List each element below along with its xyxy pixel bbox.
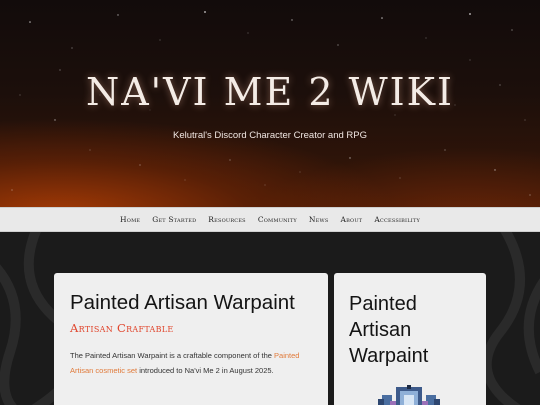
article-title: Painted Artisan Warpaint	[70, 291, 295, 314]
intro-text-end: introduced to Na'vi Me 2 in August 2025.	[137, 365, 274, 375]
category-tag[interactable]: Artisan Craftable	[70, 321, 174, 335]
article-card: Painted Artisan Warpaint Artisan Craftab…	[54, 273, 328, 405]
intro-text-start: The Painted Artisan Warpaint is a crafta…	[70, 351, 275, 360]
site-subtitle: Kelutral's Discord Character Creator and…	[173, 130, 367, 141]
nav-home[interactable]: Home	[120, 215, 140, 224]
article-intro: The Painted Artisan Warpaint is a crafta…	[70, 349, 310, 378]
infobox-card: Painted Artisan Warpaint	[334, 273, 486, 405]
infobox-title: Painted Artisan Warpaint	[349, 293, 429, 367]
nav-accessibility[interactable]: Accessibility	[374, 215, 420, 224]
site-title: NA'VI ME 2 WIKI	[85, 70, 455, 114]
warpaint-sprite-icon	[378, 385, 440, 405]
hero-banner: NA'VI ME 2 WIKI Kelutral's Discord Chara…	[0, 0, 540, 207]
main-navigation: Home Get Started Resources Community New…	[0, 207, 540, 232]
nav-news[interactable]: News	[309, 215, 329, 224]
nav-resources[interactable]: Resources	[208, 215, 246, 224]
nav-community[interactable]: Community	[258, 215, 297, 224]
nav-get-started[interactable]: Get Started	[152, 215, 196, 224]
nav-about[interactable]: About	[340, 215, 362, 224]
